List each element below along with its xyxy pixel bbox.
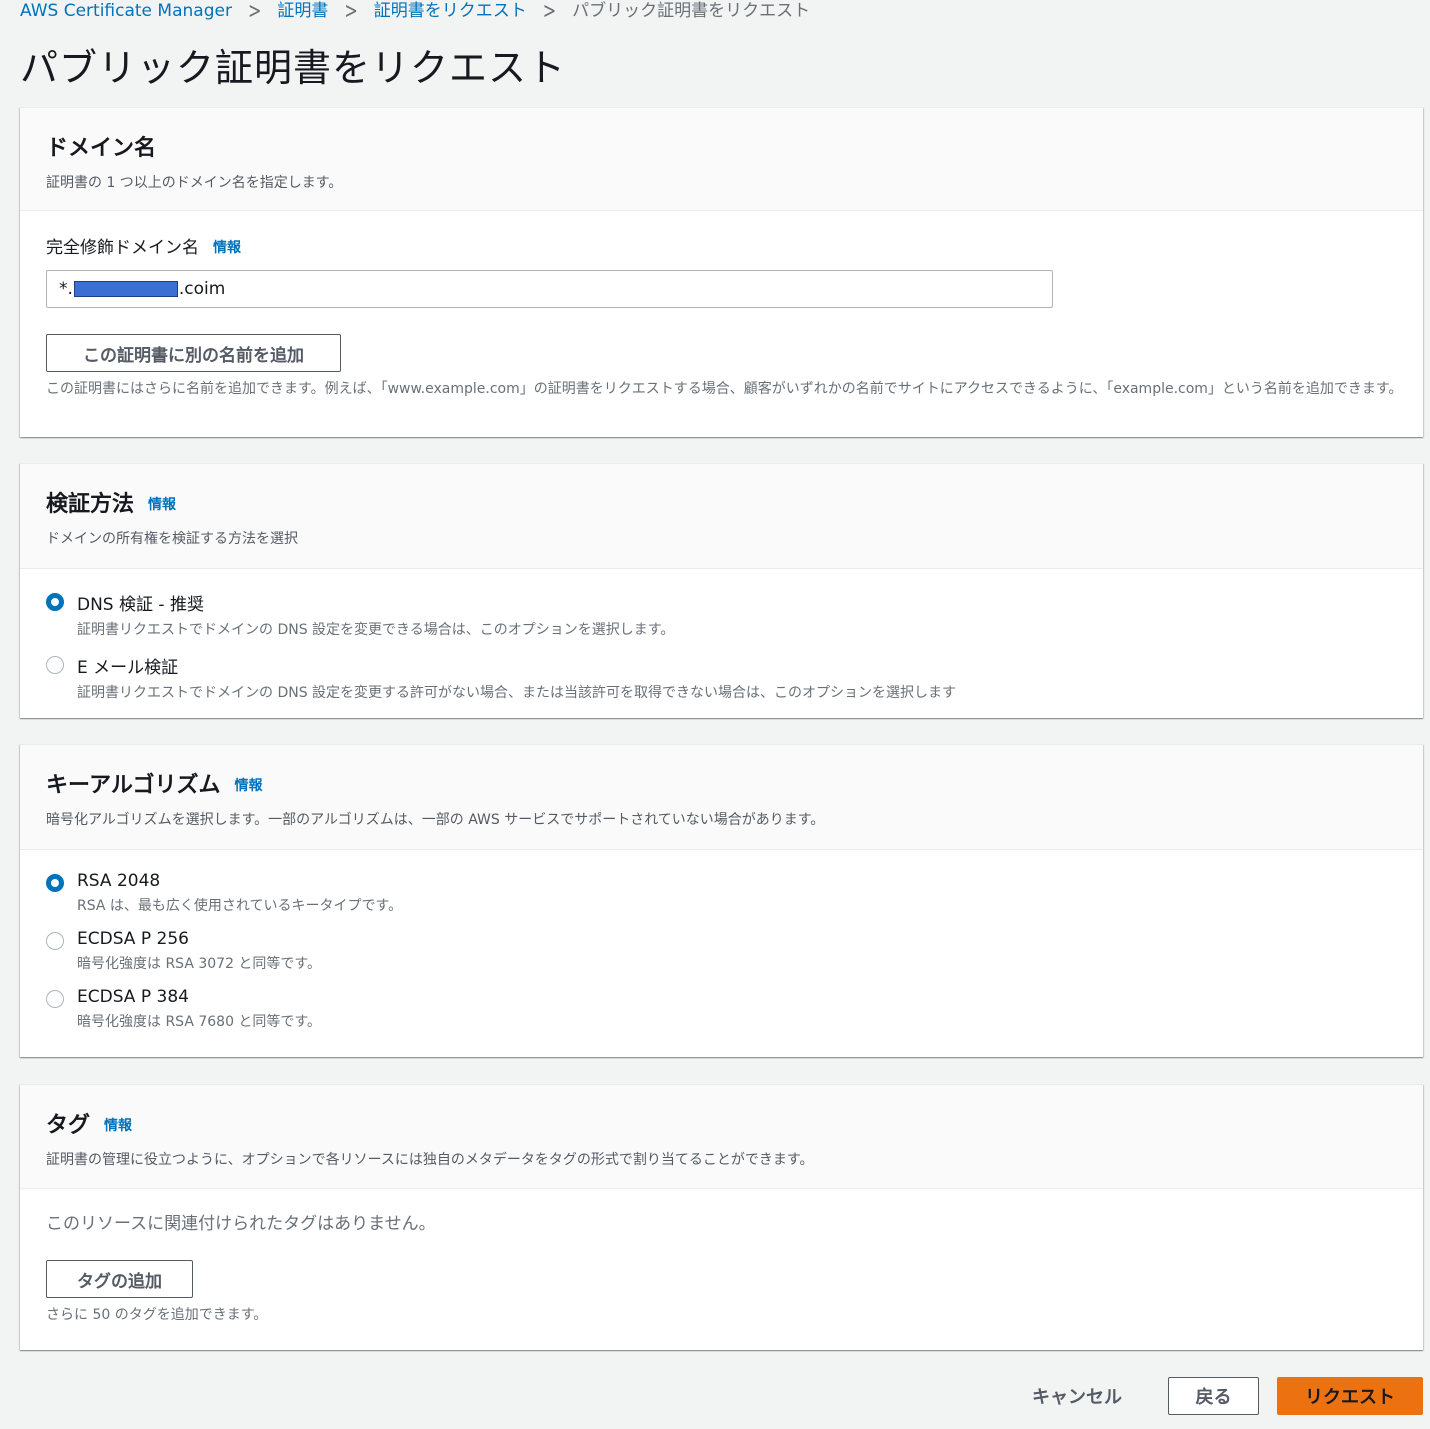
radio-description: RSA は、最も広く使用されているキータイプです。 <box>77 898 403 914</box>
radio-option-rsa-2048[interactable]: RSA 2048 RSA は、最も広く使用されているキータイプです。 <box>46 871 1397 915</box>
panel-title-text: タグ <box>46 1113 91 1138</box>
info-link[interactable]: 情報 <box>234 775 262 795</box>
request-button[interactable]: リクエスト <box>1277 1377 1423 1415</box>
panel-description: ドメインの所有権を検証する方法を選択 <box>46 531 298 547</box>
breadcrumb-item-certificates[interactable]: 証明書 <box>277 1 328 21</box>
domain-name-panel: ドメイン名 証明書の 1 つ以上のドメイン名を指定します。 完全修飾ドメイン名 … <box>20 107 1423 437</box>
radio-option-ecdsa-384[interactable]: ECDSA P 384 暗号化強度は RSA 7680 と同等です。 <box>46 987 1397 1031</box>
panel-title: ドメイン名 <box>46 136 157 161</box>
back-button[interactable]: 戻る <box>1168 1377 1259 1415</box>
cancel-button[interactable]: キャンセル <box>1018 1377 1136 1415</box>
info-link[interactable]: 情報 <box>148 494 176 514</box>
radio-label: RSA 2048 <box>77 871 161 891</box>
info-link[interactable]: 情報 <box>104 1115 132 1135</box>
panel-body: このリソースに関連付けられたタグはありません。 タグの追加 さらに 50 のタグ… <box>20 1189 1423 1345</box>
validation-method-panel: 検証方法 情報 ドメインの所有権を検証する方法を選択 DNS 検証 - 推奨 証… <box>20 463 1423 718</box>
panel-description: 証明書の 1 つ以上のドメイン名を指定します。 <box>46 175 343 191</box>
breadcrumb-item-request[interactable]: 証明書をリクエスト <box>374 1 527 21</box>
field-label-text: 完全修飾ドメイン名 <box>46 238 199 258</box>
panel-header: キーアルゴリズム 情報 暗号化アルゴリズムを選択します。一部のアルゴリズムは、一… <box>20 745 1423 850</box>
radio-label: E メール検証 <box>77 658 179 678</box>
breadcrumb: AWS Certificate Manager > 証明書 > 証明書をリクエス… <box>20 0 811 24</box>
radio-option-dns[interactable]: DNS 検証 - 推奨 証明書リクエストでドメインの DNS 設定を変更できる場… <box>46 590 1397 639</box>
breadcrumb-item-current: パブリック証明書をリクエスト <box>572 1 811 21</box>
tags-helper: さらに 50 のタグを追加できます。 <box>46 1307 268 1323</box>
chevron-right-icon: > <box>247 0 262 24</box>
panel-body: DNS 検証 - 推奨 証明書リクエストでドメインの DNS 設定を変更できる場… <box>20 569 1423 722</box>
breadcrumb-item-acm[interactable]: AWS Certificate Manager <box>20 1 232 21</box>
panel-description: 証明書の管理に役立つように、オプションで各リソースには独自のメタデータをタグの形… <box>46 1152 814 1168</box>
radio-unselected-icon[interactable] <box>46 990 64 1008</box>
info-link[interactable]: 情報 <box>213 237 241 257</box>
radio-description: 暗号化強度は RSA 7680 と同等です。 <box>77 1014 322 1030</box>
radio-description: 証明書リクエストでドメインの DNS 設定を変更できる場合は、このオプションを選… <box>77 622 675 638</box>
radio-option-email[interactable]: E メール検証 証明書リクエストでドメインの DNS 設定を変更する許可がない場… <box>46 653 1397 702</box>
radio-selected-icon[interactable] <box>46 874 64 892</box>
panel-header: タグ 情報 証明書の管理に役立つように、オプションで各リソースには独自のメタデー… <box>20 1085 1423 1189</box>
radio-label: ECDSA P 384 <box>77 987 189 1007</box>
fqdn-input[interactable]: *. .coim <box>46 270 1053 308</box>
panel-title: 検証方法 情報 <box>46 486 1397 518</box>
panel-body: RSA 2048 RSA は、最も広く使用されているキータイプです。 ECDSA… <box>20 850 1423 1051</box>
panel-title-text: 検証方法 <box>46 492 135 517</box>
radio-selected-icon[interactable] <box>46 593 64 611</box>
radio-unselected-icon[interactable] <box>46 656 64 674</box>
input-value-suffix: .coim <box>178 279 226 299</box>
add-name-helper: この証明書にはさらに名前を追加できます。例えば、「www.example.com… <box>46 381 1403 397</box>
no-tags-message: このリソースに関連付けられたタグはありません。 <box>46 1214 436 1234</box>
radio-label: DNS 検証 - 推奨 <box>77 595 204 615</box>
panel-title: キーアルゴリズム 情報 <box>46 767 1397 799</box>
radio-description: 証明書リクエストでドメインの DNS 設定を変更する許可がない場合、または当該許… <box>77 685 957 701</box>
panel-title-text: キーアルゴリズム <box>46 773 221 798</box>
tags-panel: タグ 情報 証明書の管理に役立つように、オプションで各リソースには独自のメタデー… <box>20 1084 1423 1350</box>
panel-body: 完全修飾ドメイン名 情報 *. .coim この証明書に別の名前を追加 この証明… <box>20 211 1423 419</box>
radio-unselected-icon[interactable] <box>46 932 64 950</box>
radio-label: ECDSA P 256 <box>77 929 189 949</box>
page-title: パブリック証明書をリクエスト <box>20 46 567 90</box>
radio-option-ecdsa-256[interactable]: ECDSA P 256 暗号化強度は RSA 3072 と同等です。 <box>46 929 1397 973</box>
panel-header: ドメイン名 証明書の 1 つ以上のドメイン名を指定します。 <box>20 108 1423 211</box>
panel-description: 暗号化アルゴリズムを選択します。一部のアルゴリズムは、一部の AWS サービスで… <box>46 812 825 828</box>
add-another-name-button[interactable]: この証明書に別の名前を追加 <box>46 334 341 372</box>
redacted-block <box>73 281 178 297</box>
key-algorithm-panel: キーアルゴリズム 情報 暗号化アルゴリズムを選択します。一部のアルゴリズムは、一… <box>20 744 1423 1057</box>
panel-header: 検証方法 情報 ドメインの所有権を検証する方法を選択 <box>20 464 1423 569</box>
input-value-prefix: *. <box>59 279 73 299</box>
panel-title: タグ 情報 <box>46 1107 1397 1139</box>
chevron-right-icon: > <box>344 0 358 24</box>
fqdn-label: 完全修飾ドメイン名 情報 <box>46 233 1397 258</box>
chevron-right-icon: > <box>542 0 557 24</box>
radio-description: 暗号化強度は RSA 3072 と同等です。 <box>77 956 322 972</box>
add-tag-button[interactable]: タグの追加 <box>46 1260 193 1298</box>
